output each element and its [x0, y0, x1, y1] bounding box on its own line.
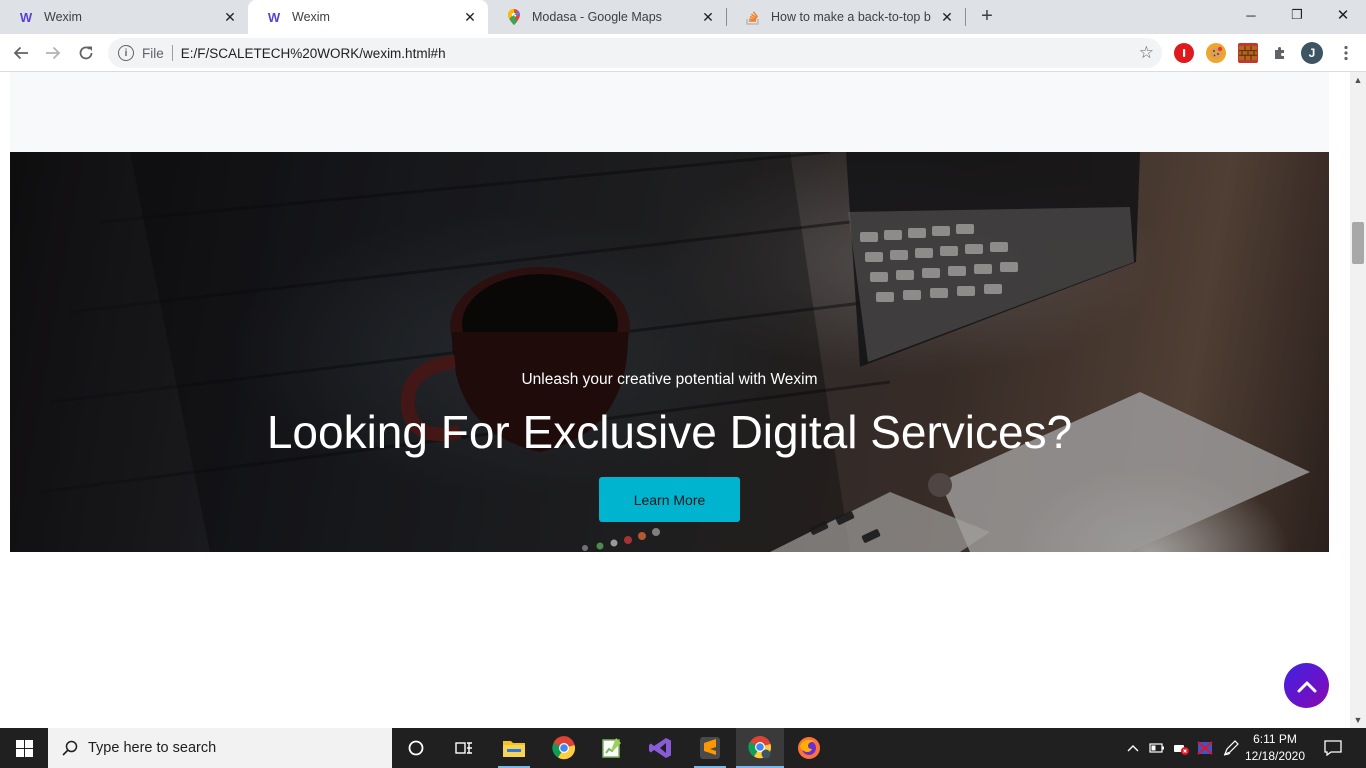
previous-section-band	[10, 72, 1329, 152]
firefox-icon	[798, 737, 820, 759]
tab-title: Wexim	[292, 10, 330, 24]
file-explorer-icon	[503, 741, 525, 757]
task-view-icon	[455, 742, 472, 754]
scroll-up-arrow-icon[interactable]: ▲	[1350, 72, 1366, 88]
taskbar-clock[interactable]: 6:11 PM 12/18/2020	[1240, 731, 1310, 765]
chrome-menu-button[interactable]	[1334, 41, 1358, 65]
sublime-text-icon	[700, 737, 720, 759]
cortana-button[interactable]	[392, 728, 440, 768]
address-url[interactable]: E:/F/SCALETECH%20WORK/wexim.html#h	[181, 46, 446, 61]
search-placeholder: Type here to search	[88, 740, 217, 756]
show-hidden-icons-button[interactable]	[1124, 728, 1142, 768]
close-tab-icon[interactable]: ✕	[462, 9, 478, 25]
restore-icon: ❐	[1291, 7, 1303, 22]
chrome-taskbar-button[interactable]	[540, 728, 588, 768]
visual-studio-button[interactable]	[637, 728, 685, 768]
kebab-menu-icon	[1344, 45, 1348, 61]
clock-time: 6:11 PM	[1253, 732, 1297, 746]
forward-button[interactable]	[41, 41, 65, 65]
windows-logo-icon	[15, 739, 33, 757]
back-button[interactable]	[9, 41, 33, 65]
back-to-top-button[interactable]	[1284, 663, 1329, 708]
notifications-button[interactable]	[1318, 728, 1348, 768]
action-center-icon	[1324, 740, 1342, 756]
tab-stackoverflow[interactable]: How to make a back-to-top butt ✕	[727, 0, 965, 34]
task-view-button[interactable]	[440, 728, 488, 768]
minimize-icon: ─	[1246, 7, 1256, 23]
security-flag-icon[interactable]	[1195, 728, 1215, 768]
visual-studio-icon	[649, 738, 671, 758]
page-scrollbar[interactable]: ▲ ▼	[1350, 72, 1366, 728]
profile-initial: J	[1308, 46, 1316, 60]
cortana-circle-icon	[408, 740, 424, 756]
arrow-right-icon	[46, 46, 61, 60]
hero-banner: Unleash your creative potential with Wex…	[10, 152, 1329, 552]
tab-google-maps[interactable]: Modasa - Google Maps ✕	[488, 0, 726, 34]
scroll-down-arrow-icon[interactable]: ▼	[1350, 712, 1366, 728]
windows-taskbar: Type here to search 6:11 PM 12/18/2020	[0, 728, 1366, 768]
tab-title: Modasa - Google Maps	[532, 10, 662, 24]
file-explorer-button[interactable]	[490, 728, 538, 768]
scrollbar-thumb[interactable]	[1352, 222, 1364, 264]
info-icon[interactable]: i	[118, 45, 134, 61]
web-page: Unleash your creative potential with Wex…	[0, 72, 1350, 728]
hero-headline: Looking For Exclusive Digital Services?	[266, 406, 1073, 458]
tab-title: Wexim	[44, 10, 82, 24]
tab-wexim-1[interactable]: W Wexim ✕	[0, 0, 248, 34]
restore-button[interactable]: ❐	[1274, 0, 1320, 30]
arrow-left-icon	[13, 46, 28, 60]
address-separator	[171, 45, 173, 61]
new-tab-button[interactable]: +	[976, 6, 998, 28]
clock-date: 12/18/2020	[1244, 749, 1306, 763]
extensions-puzzle-icon[interactable]	[1270, 43, 1290, 63]
adblock-extension-icon[interactable]	[1174, 43, 1194, 63]
wexim-w-icon: W	[267, 9, 281, 25]
tab-title: How to make a back-to-top butt	[771, 10, 931, 24]
browser-toolbar: i File E:/F/SCALETECH%20WORK/wexim.html#…	[0, 34, 1366, 72]
learn-more-button[interactable]: Learn More	[599, 477, 740, 522]
reload-icon	[79, 46, 93, 60]
tab-wexim-active[interactable]: W Wexim ✕	[248, 0, 488, 34]
notepad-plus-button[interactable]	[588, 728, 636, 768]
close-icon: ✕	[1336, 7, 1350, 24]
start-button[interactable]	[0, 728, 48, 768]
search-icon	[62, 740, 78, 756]
battery-icon[interactable]	[1148, 728, 1166, 768]
brick-extension-icon[interactable]	[1238, 43, 1258, 63]
profile-avatar[interactable]: J	[1301, 42, 1323, 64]
close-tab-icon[interactable]: ✕	[222, 9, 238, 25]
close-tab-icon[interactable]: ✕	[700, 9, 716, 25]
notepad-plus-icon	[602, 738, 621, 758]
stackoverflow-icon	[745, 9, 761, 25]
bookmark-star-icon[interactable]: ☆	[1139, 43, 1154, 63]
taskbar-search-box[interactable]: Type here to search	[48, 728, 392, 768]
close-window-button[interactable]: ✕	[1320, 0, 1366, 30]
reload-button[interactable]	[74, 41, 98, 65]
tab-separator	[965, 8, 966, 26]
address-bar[interactable]: i File E:/F/SCALETECH%20WORK/wexim.html#…	[108, 38, 1162, 68]
tab-strip: W Wexim ✕ W Wexim ✕ Modasa - Google Maps…	[0, 0, 1366, 34]
chrome-icon	[552, 736, 576, 760]
close-tab-icon[interactable]: ✕	[939, 9, 955, 25]
chevron-up-icon	[1297, 681, 1316, 692]
pen-workspace-icon[interactable]	[1221, 728, 1241, 768]
firefox-button[interactable]	[785, 728, 833, 768]
address-scheme-label: File	[142, 45, 164, 61]
wexim-w-icon: W	[19, 9, 33, 25]
chevron-up-icon	[1127, 745, 1139, 752]
cookie-extension-icon[interactable]	[1206, 43, 1226, 63]
minimize-button[interactable]: ─	[1228, 0, 1274, 30]
network-disconnected-icon[interactable]	[1171, 728, 1191, 768]
chrome-profile-taskbar-button[interactable]	[736, 728, 784, 768]
sublime-text-button[interactable]	[686, 728, 734, 768]
chrome-profile-icon	[748, 736, 772, 759]
hero-subtitle: Unleash your creative potential with Wex…	[521, 371, 818, 388]
google-maps-pin-icon	[506, 9, 522, 25]
